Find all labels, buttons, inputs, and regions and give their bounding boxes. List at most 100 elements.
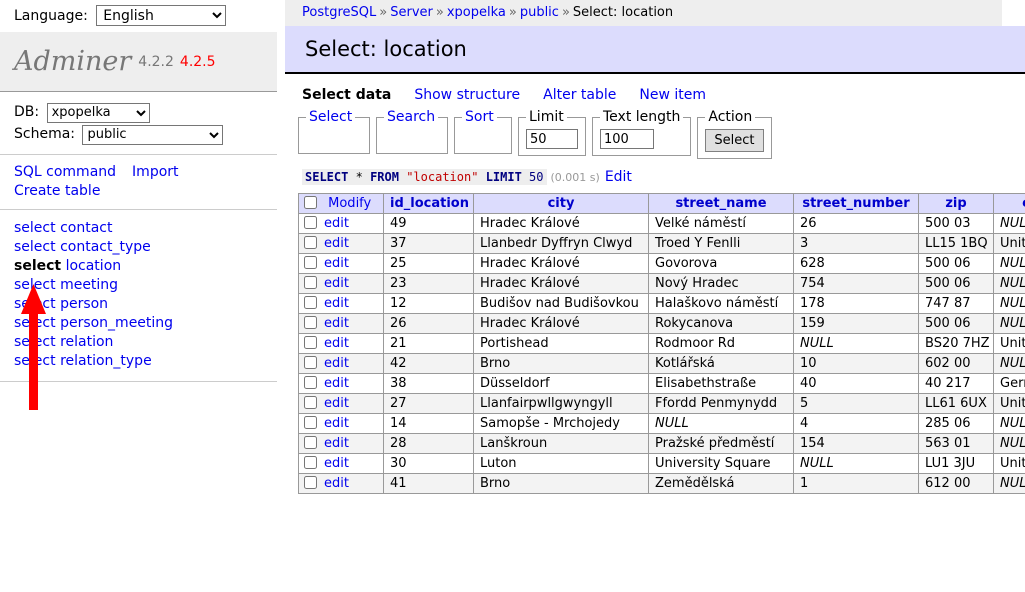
select-link-contact_type[interactable]: select — [14, 239, 56, 255]
table-row[interactable]: edit 27 Llanfairpwllgwyngyll Ffordd Penmyny… — [298, 393, 1025, 414]
select-link-person[interactable]: select — [14, 296, 56, 312]
table-row[interactable]: edit 49 Hradec Králové Velké náměstí 26 500 0… — [298, 213, 1025, 234]
language-select[interactable]: English — [96, 5, 227, 26]
tab-new-item[interactable]: New item — [639, 87, 706, 103]
page-title: Select: location — [305, 37, 467, 61]
breadcrumb-database[interactable]: xpopelka — [447, 5, 506, 20]
search-toggle-link[interactable]: Search — [387, 109, 435, 125]
db-schema-block: DB: xpopelka Schema: public — [0, 92, 277, 155]
select-link-contact[interactable]: select — [14, 220, 56, 236]
column-header-id-location[interactable]: id_location — [383, 193, 474, 214]
row-checkbox[interactable] — [304, 216, 317, 229]
sidebar-table-item-relation_type[interactable]: select relation_type — [14, 352, 277, 371]
tab-alter-table[interactable]: Alter table — [543, 87, 616, 103]
table-link-relation[interactable]: relation — [60, 334, 113, 350]
sidebar-table-item-person[interactable]: select person — [14, 295, 277, 314]
schema-select[interactable]: public — [82, 124, 224, 145]
table-link-location[interactable]: location — [66, 258, 122, 274]
select-link-relation_type[interactable]: select — [14, 353, 56, 369]
table-link-relation_type[interactable]: relation_type — [60, 353, 152, 369]
row-edit-link[interactable]: edit — [324, 236, 349, 251]
sql-command-link[interactable]: SQL command — [14, 164, 116, 180]
table-row[interactable]: edit 21 Portishead Rodmoor Rd NULL BS20 7HZ Un… — [298, 333, 1025, 354]
limit-input[interactable] — [526, 129, 578, 149]
row-checkbox[interactable] — [304, 416, 317, 429]
table-link-contact_type[interactable]: contact_type — [60, 239, 151, 255]
row-edit-link[interactable]: edit — [324, 296, 349, 311]
cell-city: Düsseldorf — [473, 373, 649, 394]
row-checkbox[interactable] — [304, 396, 317, 409]
row-checkbox[interactable] — [304, 336, 317, 349]
row-checkbox[interactable] — [304, 376, 317, 389]
tab-select-data[interactable]: Select data — [302, 87, 391, 103]
row-edit-link[interactable]: edit — [324, 376, 349, 391]
table-row[interactable]: edit 12 Budišov nad Budišovkou Halaškovo ná… — [298, 293, 1025, 314]
table-row[interactable]: edit 25Hradec KrálovéGovorova628500 06NUL… — [298, 253, 1025, 274]
row-checkbox[interactable] — [304, 276, 317, 289]
row-edit-link[interactable]: edit — [324, 436, 349, 451]
table-row[interactable]: edit 38 Düsseldorf Elisabethstraße 40 40 217 G… — [298, 373, 1025, 394]
row-checkbox[interactable] — [304, 456, 317, 469]
sort-toggle-link[interactable]: Sort — [465, 109, 494, 125]
cell-country: Unite — [993, 453, 1025, 474]
sidebar-table-item-meeting[interactable]: select meeting — [14, 276, 277, 295]
select-all-checkbox[interactable] — [304, 196, 317, 209]
table-row[interactable]: edit 26 Hradec Králové Rokycanova 159 500 06 N… — [298, 313, 1025, 334]
table-row[interactable]: edit 37 Llanbedr Dyffryn Clwyd Troed Y Fenl… — [298, 233, 1025, 254]
row-checkbox[interactable] — [304, 316, 317, 329]
table-row[interactable]: edit 42BrnoKotlářská10602 00NULL — [298, 353, 1025, 374]
column-header-city[interactable]: city — [473, 193, 649, 214]
tab-show-structure[interactable]: Show structure — [414, 87, 520, 103]
row-edit-link[interactable]: edit — [324, 356, 349, 371]
row-checkbox[interactable] — [304, 256, 317, 269]
row-edit-link[interactable]: edit — [324, 336, 349, 351]
select-link-person_meeting[interactable]: select — [14, 315, 56, 331]
row-edit-link[interactable]: edit — [324, 476, 349, 491]
table-row[interactable]: edit 23 Hradec Králové Nový Hradec 754 500 06… — [298, 273, 1025, 294]
select-submit-button[interactable]: Select — [705, 129, 764, 152]
sidebar-table-item-location[interactable]: select location — [14, 257, 277, 276]
row-checkbox[interactable] — [304, 476, 317, 489]
row-checkbox[interactable] — [304, 236, 317, 249]
table-row[interactable]: edit 30 Luton University Square NULL LU1 3JU U… — [298, 453, 1025, 474]
table-row[interactable]: edit 41BrnoZemědělská1612 00NULL — [298, 473, 1025, 494]
row-edit-link[interactable]: edit — [324, 456, 349, 471]
column-header-country[interactable]: c — [993, 193, 1025, 214]
select-legend: Select — [306, 109, 355, 125]
select-toggle-link[interactable]: Select — [309, 109, 352, 125]
table-link-person_meeting[interactable]: person_meeting — [60, 315, 173, 331]
sidebar-table-item-relation[interactable]: select relation — [14, 333, 277, 352]
table-row[interactable]: edit14Samopše - MrchojedyNULL4285 06NULL — [298, 413, 1025, 434]
sql-edit-link[interactable]: Edit — [605, 169, 632, 185]
row-edit-link[interactable]: edit — [324, 416, 349, 431]
create-table-link[interactable]: Create table — [14, 183, 100, 199]
cell-zip: 747 87 — [918, 293, 994, 314]
import-link[interactable]: Import — [132, 164, 178, 180]
row-checkbox[interactable] — [304, 296, 317, 309]
table-link-contact[interactable]: contact — [60, 220, 112, 236]
breadcrumb-server-type[interactable]: PostgreSQL — [302, 5, 376, 20]
table-row[interactable]: edit 28 Lanškroun Pražské předměstí 154 563 0… — [298, 433, 1025, 454]
column-header-zip[interactable]: zip — [918, 193, 994, 214]
sidebar-table-item-contact_type[interactable]: select contact_type — [14, 238, 277, 257]
db-select[interactable]: xpopelka — [46, 102, 150, 123]
row-edit-link[interactable]: edit — [324, 396, 349, 411]
row-checkbox[interactable] — [304, 436, 317, 449]
breadcrumb-schema[interactable]: public — [520, 5, 559, 20]
text-length-input[interactable] — [600, 129, 654, 149]
select-link-location[interactable]: select — [14, 258, 61, 274]
column-header-street-name[interactable]: street_name — [648, 193, 794, 214]
table-link-person[interactable]: person — [60, 296, 108, 312]
sidebar-table-item-person_meeting[interactable]: select person_meeting — [14, 314, 277, 333]
breadcrumb-server[interactable]: Server — [390, 5, 433, 20]
row-checkbox[interactable] — [304, 356, 317, 369]
column-header-street-number[interactable]: street_number — [793, 193, 919, 214]
row-edit-link[interactable]: edit — [324, 276, 349, 291]
select-link-relation[interactable]: select — [14, 334, 56, 350]
row-edit-link[interactable]: edit — [324, 216, 349, 231]
row-edit-link[interactable]: edit — [324, 256, 349, 271]
table-link-meeting[interactable]: meeting — [60, 277, 118, 293]
select-link-meeting[interactable]: select — [14, 277, 56, 293]
row-edit-link[interactable]: edit — [324, 316, 349, 331]
sidebar-table-item-contact[interactable]: select contact — [14, 219, 277, 238]
